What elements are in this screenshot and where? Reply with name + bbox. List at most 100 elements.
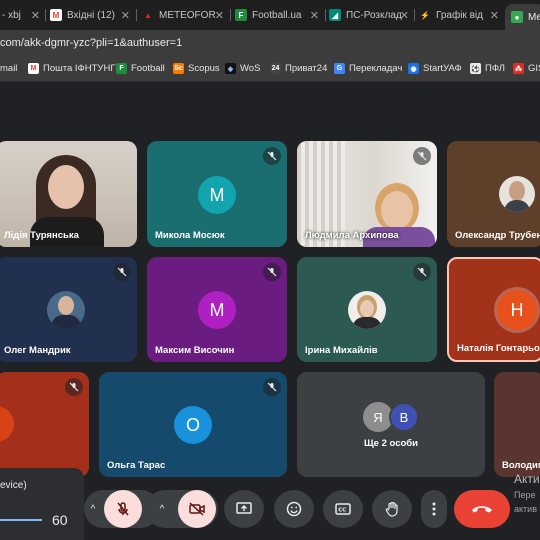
tab-label: Вхідні (12) xyxy=(67,9,115,21)
bookmark-label: ПФЛ xyxy=(485,63,505,74)
tab-label: Me xyxy=(528,11,540,23)
close-icon[interactable]: ✕ xyxy=(310,9,319,22)
tab-2[interactable]: M Вхідні (12) ✕ xyxy=(50,4,134,26)
football-icon: F xyxy=(235,9,247,21)
tab-4[interactable]: F Football.ua ✕ xyxy=(235,4,323,26)
captions-button[interactable]: CC xyxy=(323,490,363,528)
more-vert-icon xyxy=(432,502,436,516)
participant-tile-9[interactable] xyxy=(0,372,89,477)
avatar xyxy=(499,176,535,212)
lightning-icon: ⚡ xyxy=(420,10,430,20)
bookmark-label: WoS xyxy=(240,63,261,74)
participant-tile-more[interactable]: Я В Ще 2 особи xyxy=(297,372,485,477)
bookmark-label: GIS xyxy=(528,63,540,74)
camera-button[interactable] xyxy=(178,490,216,528)
meet-icon: ● xyxy=(511,11,523,23)
close-icon[interactable]: ✕ xyxy=(490,9,499,22)
watermark-line: актив xyxy=(514,504,537,514)
address-bar[interactable]: com/akk-dgmr-yzc?pli=1&authuser=1 xyxy=(0,30,540,58)
bookmark-label: mail xyxy=(0,63,18,74)
hang-up-icon xyxy=(472,506,492,513)
mic-off-icon xyxy=(263,147,281,165)
close-icon[interactable]: ✕ xyxy=(400,9,409,22)
raise-hand-button[interactable] xyxy=(372,490,412,528)
present-icon xyxy=(236,502,252,514)
participant-name: Ірина Михайлів xyxy=(305,345,378,356)
bookmark-football[interactable]: F Football xyxy=(116,63,165,74)
participant-name: Людмила Архипова xyxy=(305,230,399,241)
close-icon[interactable]: ✕ xyxy=(31,9,40,22)
translate-icon: G xyxy=(334,63,345,74)
participant-tile-5[interactable]: Олег Мандрик xyxy=(0,257,137,362)
camera-off-icon xyxy=(189,502,205,516)
mic-off-icon xyxy=(113,263,131,281)
tab-3[interactable]: ▲ METEOFOR ✕ xyxy=(142,4,228,26)
close-icon[interactable]: ✕ xyxy=(215,9,224,22)
mic-off-icon xyxy=(263,378,281,396)
participant-name: Лідія Турянська xyxy=(4,230,79,241)
bookmark-translator[interactable]: G Перекладач xyxy=(334,63,402,74)
svg-text:CC: CC xyxy=(338,508,346,514)
avatar: M xyxy=(198,291,236,329)
scopus-icon: Sc xyxy=(173,63,184,74)
bookmark-label: Перекладач xyxy=(349,63,403,74)
tab-1[interactable]: - xbj ✕ xyxy=(2,4,44,26)
participant-tile-4[interactable]: Олександр Трубенок xyxy=(447,141,540,247)
bookmark-gis[interactable]: ⁂ GIS xyxy=(513,63,540,74)
bookmark-poshta[interactable]: M Пошта ІФНТУНГ xyxy=(28,63,115,74)
mic-button[interactable] xyxy=(104,490,142,528)
wos-icon: ◆ xyxy=(225,63,236,74)
leave-call-button[interactable] xyxy=(454,490,510,528)
close-icon[interactable]: ✕ xyxy=(121,9,130,22)
emoji-button[interactable] xyxy=(274,490,314,528)
avatar: M xyxy=(198,176,236,214)
mic-off-icon xyxy=(65,378,83,396)
tab-meet-active[interactable]: ● Me xyxy=(505,4,540,30)
bookmark-startuaf[interactable]: ◉ StartУАФ xyxy=(408,63,462,74)
more-participants-label: Ще 2 особи xyxy=(364,438,418,449)
startuaf-icon: ◉ xyxy=(408,63,419,74)
url-text[interactable]: com/akk-dgmr-yzc?pli=1&authuser=1 xyxy=(0,37,182,49)
avatar xyxy=(47,291,85,329)
chevron-up-icon[interactable]: ^ xyxy=(86,500,100,518)
participant-name: Олег Мандрик xyxy=(4,345,71,356)
bookmark-label: Football xyxy=(131,63,165,74)
schedule-icon: ◢ xyxy=(329,9,341,21)
gmail-icon: M xyxy=(28,63,39,74)
gmail-icon: M xyxy=(50,9,62,21)
participant-tile-12[interactable]: Володим xyxy=(494,372,540,477)
bookmark-pfl[interactable]: ⚽ ПФЛ xyxy=(470,63,505,74)
volume-slider[interactable] xyxy=(0,519,42,521)
participant-tile-2[interactable]: M Микола Мосюк xyxy=(147,141,287,247)
watermark-line: Пере xyxy=(514,490,536,500)
avatar xyxy=(348,291,386,329)
device-label: evice) xyxy=(0,480,27,491)
browser-tab-strip: - xbj ✕ M Вхідні (12) ✕ ▲ METEOFOR ✕ F F… xyxy=(0,0,540,30)
tab-label: - xbj xyxy=(2,9,21,21)
present-screen-button[interactable] xyxy=(224,490,264,528)
participant-tile-6[interactable]: M Максим Височин xyxy=(147,257,287,362)
participant-tile-1[interactable]: Лідія Турянська xyxy=(0,141,137,247)
bookmark-wos[interactable]: ◆ WoS xyxy=(225,63,260,74)
participant-name: Наталія Гонтарьова xyxy=(457,343,540,354)
tab-6[interactable]: ⚡ Графік від ✕ xyxy=(419,4,503,26)
participant-tile-3[interactable]: Людмила Архипова xyxy=(297,141,437,247)
bookmark-privat24[interactable]: 24 Приват24 xyxy=(270,63,327,74)
gis-icon: ⁂ xyxy=(513,63,524,74)
participant-tile-8-speaking[interactable]: H Наталія Гонтарьова xyxy=(447,257,540,362)
participant-tile-10[interactable]: O Ольга Тарас xyxy=(99,372,287,477)
chevron-up-icon[interactable]: ^ xyxy=(155,500,169,518)
volume-value: 60 xyxy=(52,512,68,528)
watermark-line: Акти xyxy=(514,472,540,486)
bookmark-mail[interactable]: mail xyxy=(0,63,17,74)
hand-icon xyxy=(385,501,398,517)
bookmark-label: StartУАФ xyxy=(423,63,462,74)
participant-tile-7[interactable]: Ірина Михайлів xyxy=(297,257,437,362)
bookmark-label: Пошта ІФНТУНГ xyxy=(43,63,116,74)
tab-label: ПС-Розклад xyxy=(346,9,402,21)
more-options-button[interactable] xyxy=(421,490,447,528)
participant-name: Володим xyxy=(502,460,540,471)
bookmark-label: Приват24 xyxy=(285,63,328,74)
bookmark-scopus[interactable]: Sc Scopus xyxy=(173,63,220,74)
tab-5[interactable]: ◢ ПС-Розклад ✕ xyxy=(329,4,413,26)
